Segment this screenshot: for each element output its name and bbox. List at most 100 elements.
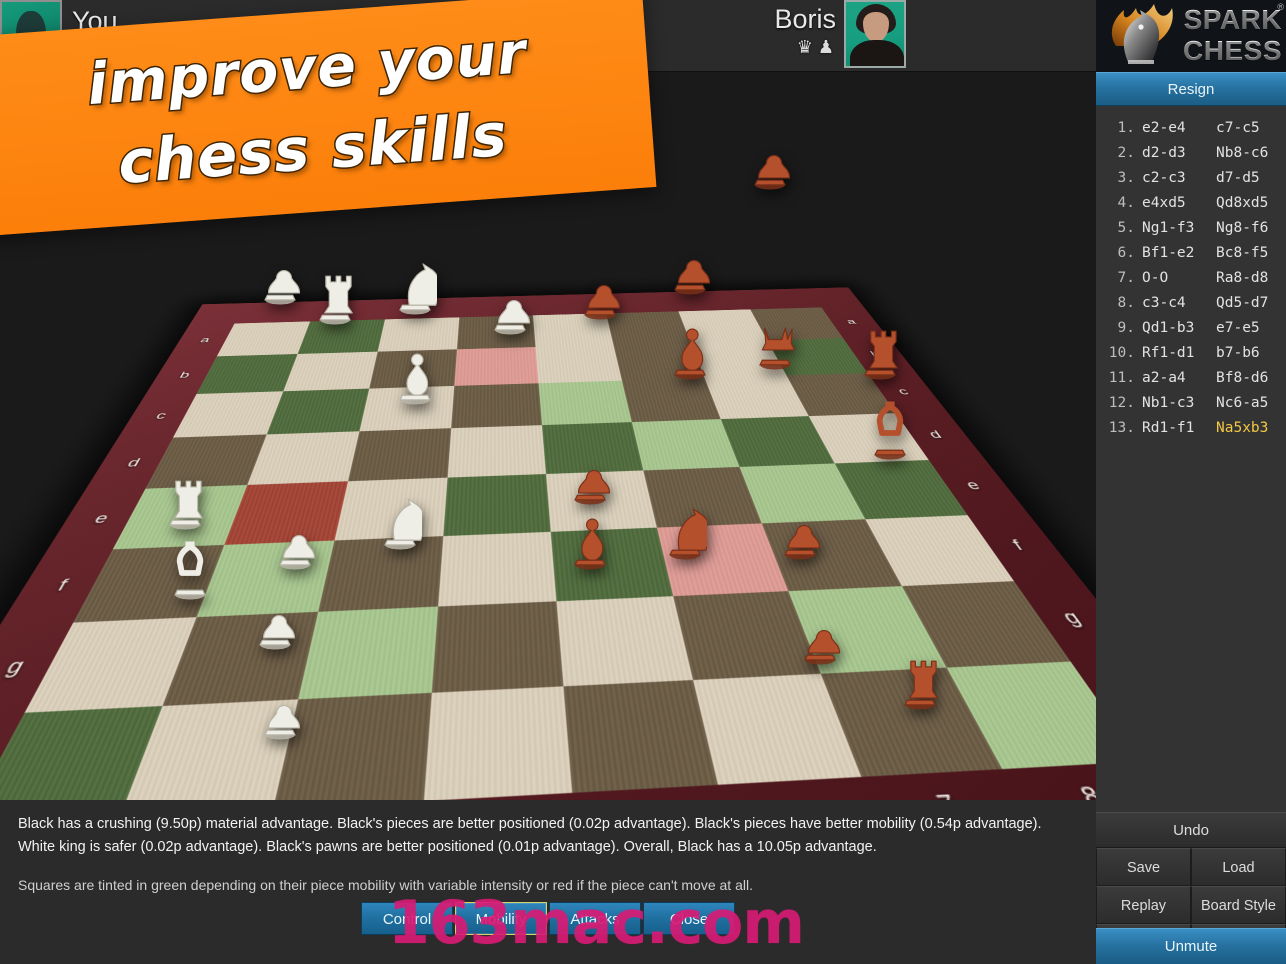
- white-rook-piece[interactable]: [313, 262, 357, 325]
- resign-button[interactable]: Resign: [1096, 72, 1286, 106]
- white-knight-piece[interactable]: [393, 252, 437, 315]
- analysis-panel: Black has a crushing (9.50p) material ad…: [0, 800, 1096, 964]
- move-row[interactable]: 4. e4xd5 Qd8xd5: [1096, 191, 1286, 216]
- move-row[interactable]: 3. c2-c3 d7-d5: [1096, 166, 1286, 191]
- move-black[interactable]: Ra8-d8: [1216, 266, 1286, 291]
- move-number: 8.: [1117, 295, 1135, 311]
- move-white[interactable]: e4xd5: [1142, 191, 1216, 216]
- move-black[interactable]: e7-e5: [1216, 316, 1286, 341]
- player-black-name-wrap: Boris ♛ ♟: [774, 0, 836, 56]
- black-rook-piece[interactable]: [898, 647, 942, 710]
- move-row[interactable]: 6. Bf1-e2 Bc8-f5: [1096, 241, 1286, 266]
- analysis-tabs[interactable]: Control Mobility Attacks Close: [0, 902, 1096, 935]
- undo-button[interactable]: Undo: [1096, 812, 1286, 848]
- move-row[interactable]: 8. c3-c4 Qd5-d7: [1096, 291, 1286, 316]
- move-white[interactable]: a2-a4: [1142, 366, 1216, 391]
- move-white[interactable]: O-O: [1142, 266, 1216, 291]
- move-white[interactable]: Qd1-b3: [1142, 316, 1216, 341]
- registered-mark: ®: [1277, 2, 1284, 12]
- white-knight-piece[interactable]: [378, 487, 422, 550]
- move-number: 2.: [1117, 145, 1135, 161]
- move-number: 9.: [1117, 320, 1135, 336]
- white-pawn-piece[interactable]: [488, 272, 532, 335]
- avatar-boris[interactable]: [844, 0, 906, 68]
- move-row[interactable]: 1. e2-e4 c7-c5: [1096, 116, 1286, 141]
- move-black[interactable]: Ng8-f6: [1216, 216, 1286, 241]
- move-white[interactable]: d2-d3: [1142, 141, 1216, 166]
- tab-attacks[interactable]: Attacks: [549, 902, 641, 935]
- black-pawn-piece[interactable]: [778, 497, 822, 560]
- black-queen-piece[interactable]: [753, 307, 797, 370]
- move-row[interactable]: 12. Nb1-c3 Nc6-a5: [1096, 391, 1286, 416]
- black-pawn-piece[interactable]: [668, 232, 712, 295]
- captured-pieces-black: ♛ ♟: [774, 38, 836, 56]
- save-button[interactable]: Save: [1096, 848, 1191, 886]
- move-row[interactable]: 11. a2-a4 Bf8-d6: [1096, 366, 1286, 391]
- move-black[interactable]: b7-b6: [1216, 341, 1286, 366]
- black-king-piece[interactable]: [868, 397, 912, 460]
- move-row[interactable]: 2. d2-d3 Nb8-c6: [1096, 141, 1286, 166]
- white-pawn-piece[interactable]: [273, 507, 317, 570]
- move-black[interactable]: Na5xb3: [1216, 416, 1286, 441]
- move-row[interactable]: 5. Ng1-f3 Ng8-f6: [1096, 216, 1286, 241]
- black-pawn-piece[interactable]: [568, 442, 612, 505]
- move-row[interactable]: 7. O-O Ra8-d8: [1096, 266, 1286, 291]
- move-white[interactable]: c3-c4: [1142, 291, 1216, 316]
- black-bishop-piece[interactable]: [668, 317, 712, 380]
- move-white[interactable]: Ng1-f3: [1142, 216, 1216, 241]
- move-number: 10.: [1108, 345, 1135, 361]
- tab-close[interactable]: Close: [643, 902, 735, 935]
- unmute-button[interactable]: Unmute: [1096, 928, 1286, 964]
- black-pawn-piece[interactable]: [798, 602, 842, 665]
- logo-line-1: SPARK: [1183, 4, 1282, 35]
- move-row[interactable]: 10. Rf1-d1 b7-b6: [1096, 341, 1286, 366]
- white-bishop-piece[interactable]: [393, 342, 437, 405]
- move-white[interactable]: Nb1-c3: [1142, 391, 1216, 416]
- white-pawn-piece[interactable]: [258, 677, 302, 740]
- move-black[interactable]: Bc8-f5: [1216, 241, 1286, 266]
- white-king-piece[interactable]: [168, 537, 212, 600]
- move-row[interactable]: 13. Rd1-f1 Na5xb3: [1096, 416, 1286, 441]
- move-number: 3.: [1117, 170, 1135, 186]
- move-black[interactable]: Bf8-d6: [1216, 366, 1286, 391]
- move-black[interactable]: d7-d5: [1216, 166, 1286, 191]
- move-white[interactable]: e2-e4: [1142, 116, 1216, 141]
- right-sidebar: Resign 1. e2-e4 c7-c5 2. d2-d3 Nb8-c6 3. c2-c3 d…: [1096, 72, 1286, 964]
- move-black[interactable]: Nb8-c6: [1216, 141, 1286, 166]
- move-black[interactable]: Nc6-a5: [1216, 391, 1286, 416]
- board-style-button[interactable]: Board Style: [1191, 886, 1286, 924]
- logo-wordmark: SPARK CHESS: [1183, 4, 1282, 66]
- move-number: 1.: [1117, 120, 1135, 136]
- load-button[interactable]: Load: [1191, 848, 1286, 886]
- avatar-face: [863, 12, 889, 42]
- move-number: 6.: [1117, 245, 1135, 261]
- move-white[interactable]: Bf1-e2: [1142, 241, 1216, 266]
- move-white[interactable]: Rf1-d1: [1142, 341, 1216, 366]
- black-rook-piece[interactable]: [858, 317, 902, 380]
- move-list[interactable]: 1. e2-e4 c7-c5 2. d2-d3 Nb8-c6 3. c2-c3 d7-d5 4. e…: [1096, 106, 1286, 812]
- move-black[interactable]: c7-c5: [1216, 116, 1286, 141]
- captured-queen-icon: ♛: [796, 37, 813, 57]
- black-pawn-piece[interactable]: [748, 127, 792, 190]
- replay-button[interactable]: Replay: [1096, 886, 1191, 924]
- move-number: 5.: [1117, 220, 1135, 236]
- avatar-body: [850, 40, 904, 66]
- move-black[interactable]: Qd8xd5: [1216, 191, 1286, 216]
- move-number: 11.: [1108, 370, 1135, 386]
- white-rook-piece[interactable]: [163, 467, 207, 530]
- move-number: 12.: [1108, 395, 1135, 411]
- move-row[interactable]: 9. Qd1-b3 e7-e5: [1096, 316, 1286, 341]
- sparkchess-app: You Boris ♛ ♟ SPARK CHESS ® 8 a c d e f …: [0, 0, 1286, 964]
- move-white[interactable]: c2-c3: [1142, 166, 1216, 191]
- white-pawn-piece[interactable]: [253, 587, 297, 650]
- move-black[interactable]: Qd5-d7: [1216, 291, 1286, 316]
- tab-control[interactable]: Control: [361, 902, 453, 935]
- move-white[interactable]: Rd1-f1: [1142, 416, 1216, 441]
- tab-mobility[interactable]: Mobility: [455, 902, 547, 935]
- player-black-name: Boris: [774, 4, 836, 34]
- black-bishop-piece[interactable]: [568, 507, 612, 570]
- captured-pawn-icon: ♟: [817, 37, 834, 57]
- white-pawn-piece[interactable]: [258, 242, 302, 305]
- black-pawn-piece[interactable]: [578, 257, 622, 320]
- black-knight-piece[interactable]: [663, 497, 707, 560]
